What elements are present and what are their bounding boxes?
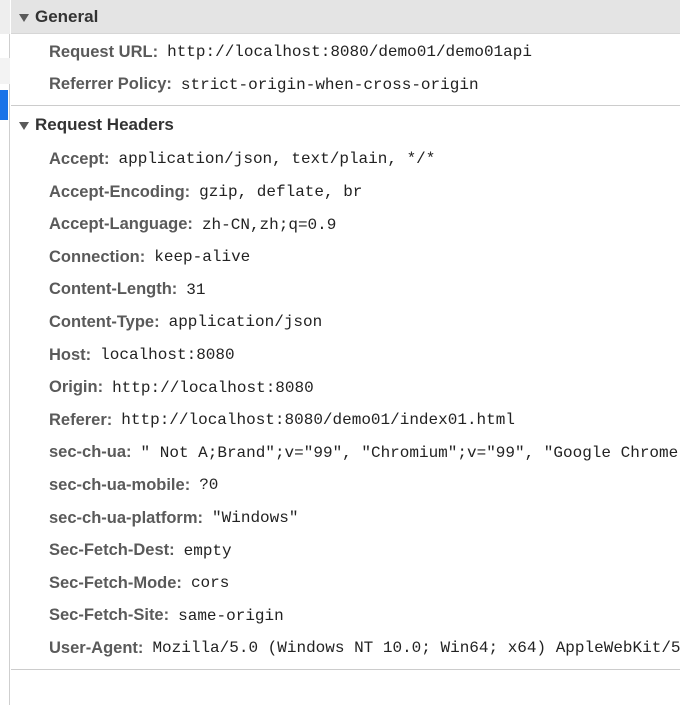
header-row-sec-fetch-site: Sec-Fetch-Site: same-origin [49, 600, 680, 633]
header-key: Accept-Encoding: [49, 182, 191, 201]
triangle-down-icon[interactable] [19, 121, 29, 130]
header-value[interactable]: strict-origin-when-cross-origin [181, 76, 479, 94]
header-value[interactable]: "Windows" [212, 509, 298, 527]
header-key: Referer: [49, 410, 113, 429]
general-section-header[interactable]: General [11, 0, 680, 34]
header-row-connection: Connection: keep-alive [49, 241, 680, 274]
general-section-rows: Request URL: http://localhost:8080/demo0… [11, 34, 680, 107]
header-key: Accept-Language: [49, 215, 193, 234]
header-row-sec-ch-ua-platform: sec-ch-ua-platform: "Windows" [49, 502, 680, 535]
header-value[interactable]: cors [191, 574, 229, 592]
header-value[interactable]: localhost:8080 [100, 346, 234, 364]
request-headers-rows: Accept: application/json, text/plain, */… [11, 141, 680, 670]
header-key: Origin: [49, 378, 104, 397]
request-headers-section-header[interactable]: Request Headers [11, 108, 680, 141]
header-key: Sec-Fetch-Dest: [49, 541, 175, 560]
header-key: Sec-Fetch-Site: [49, 606, 170, 625]
header-key: sec-ch-ua-mobile: [49, 475, 191, 494]
header-row-sec-ch-ua: sec-ch-ua: " Not A;Brand";v="99", "Chrom… [49, 437, 680, 470]
header-row-user-agent: User-Agent: Mozilla/5.0 (Windows NT 10.0… [49, 632, 680, 665]
header-value[interactable]: keep-alive [154, 248, 250, 266]
request-list-row[interactable] [0, 0, 10, 34]
header-value[interactable]: http://localhost:8080/demo01/index01.htm… [121, 411, 515, 429]
header-value[interactable]: same-origin [178, 607, 284, 625]
request-headers-section-title: Request Headers [35, 114, 174, 134]
header-key: Sec-Fetch-Mode: [49, 573, 182, 592]
request-list-edge [0, 0, 10, 705]
header-value[interactable]: 31 [186, 281, 205, 299]
selected-request-indicator[interactable] [0, 90, 8, 120]
header-row-accept-encoding: Accept-Encoding: gzip, deflate, br [49, 176, 680, 209]
header-value[interactable]: Mozilla/5.0 (Windows NT 10.0; Win64; x64… [152, 639, 680, 657]
header-row-referer: Referer: http://localhost:8080/demo01/in… [49, 404, 680, 437]
headers-content: General Request URL: http://localhost:80… [11, 0, 680, 705]
header-row-accept-language: Accept-Language: zh-CN,zh;q=0.9 [49, 208, 680, 241]
general-section-title: General [35, 6, 99, 26]
header-value[interactable]: application/json [169, 313, 323, 331]
header-value[interactable]: " Not A;Brand";v="99", "Chromium";v="99"… [141, 444, 680, 462]
request-list-row[interactable] [0, 58, 10, 84]
header-key: Content-Length: [49, 280, 178, 299]
header-row-content-type: Content-Type: application/json [49, 306, 680, 339]
header-key: Host: [49, 345, 92, 364]
header-value[interactable]: http://localhost:8080/demo01/demo01api [167, 43, 532, 61]
header-row-host: Host: localhost:8080 [49, 339, 680, 372]
general-row-request-url: Request URL: http://localhost:8080/demo0… [49, 36, 680, 69]
header-key: Connection: [49, 247, 146, 266]
header-value[interactable]: empty [184, 542, 232, 560]
header-key: Accept: [49, 149, 110, 168]
header-value[interactable]: zh-CN,zh;q=0.9 [202, 216, 336, 234]
devtools-headers-pane: General Request URL: http://localhost:80… [0, 0, 680, 705]
header-key: Content-Type: [49, 312, 160, 331]
header-key: Referrer Policy: [49, 75, 172, 94]
header-key: sec-ch-ua-platform: [49, 508, 204, 527]
header-value[interactable]: gzip, deflate, br [199, 183, 362, 201]
header-row-sec-fetch-dest: Sec-Fetch-Dest: empty [49, 534, 680, 567]
header-row-origin: Origin: http://localhost:8080 [49, 371, 680, 404]
header-key: Request URL: [49, 42, 159, 61]
header-row-accept: Accept: application/json, text/plain, */… [49, 143, 680, 176]
header-value[interactable]: http://localhost:8080 [112, 379, 314, 397]
header-row-content-length: Content-Length: 31 [49, 274, 680, 307]
general-row-referrer-policy: Referrer Policy: strict-origin-when-cros… [49, 69, 680, 102]
header-row-sec-fetch-mode: Sec-Fetch-Mode: cors [49, 567, 680, 600]
header-row-sec-ch-ua-mobile: sec-ch-ua-mobile: ?0 [49, 469, 680, 502]
triangle-down-icon[interactable] [19, 13, 29, 22]
header-key: User-Agent: [49, 638, 144, 657]
header-value[interactable]: application/json, text/plain, */* [119, 150, 436, 168]
header-value[interactable]: ?0 [199, 476, 218, 494]
header-key: sec-ch-ua: [49, 443, 132, 462]
